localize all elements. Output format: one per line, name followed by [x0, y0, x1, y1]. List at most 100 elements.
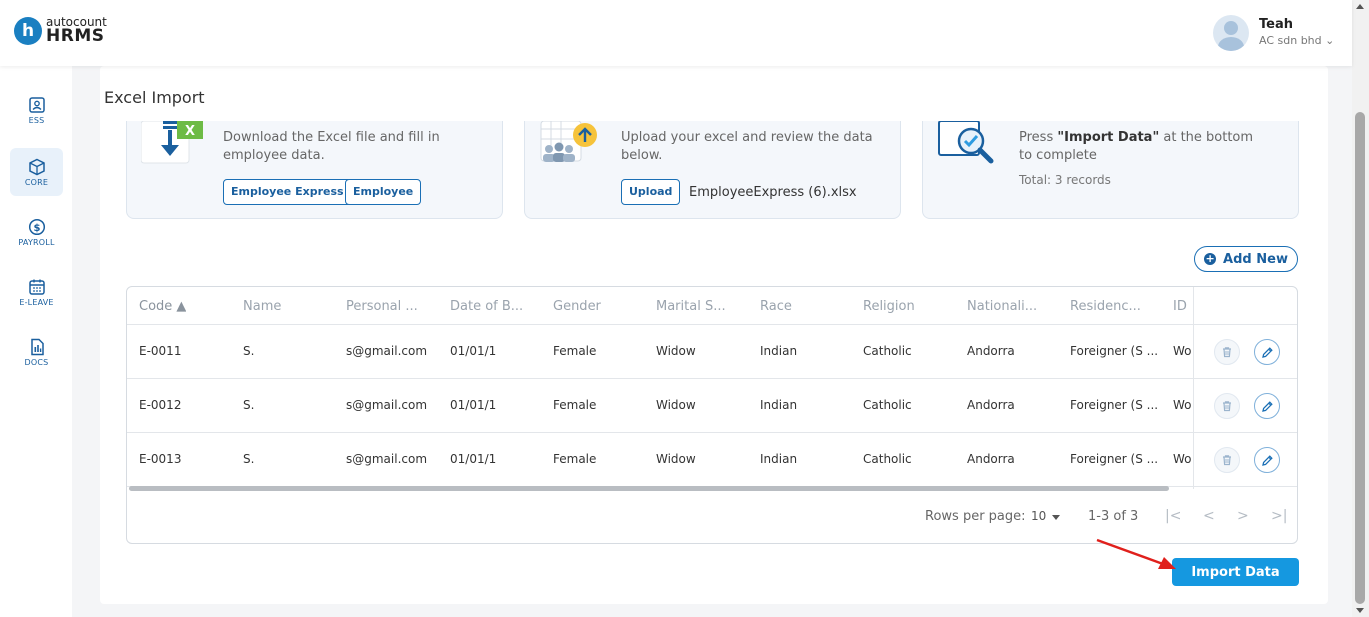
scrollbar-thumb[interactable] [1355, 112, 1365, 604]
table-row[interactable]: E-0013 S. s@gmail.com 01/01/1 Female Wid… [127, 433, 1193, 487]
column-header-marital-status[interactable]: Marital S... [656, 299, 726, 314]
table-horizontal-scrollbar[interactable] [129, 486, 1169, 491]
cell-marital-status: Widow [656, 344, 696, 358]
sidebar-item-label: E-LEAVE [19, 297, 54, 307]
first-page-icon[interactable]: |< [1165, 508, 1181, 524]
cell-email: s@gmail.com [346, 452, 428, 466]
trash-icon [1223, 347, 1231, 358]
company-dropdown[interactable]: AC sdn bhd ⌄ [1259, 34, 1334, 48]
user-menu[interactable]: Teah AC sdn bhd ⌄ [1213, 15, 1334, 51]
cell-residency: Foreigner (S ... [1070, 344, 1159, 358]
id-card-icon [28, 96, 45, 113]
step-card-download: X Download the Excel file and fill in em… [126, 121, 503, 219]
uploaded-filename: EmployeeExpress (6).xlsx [689, 185, 857, 200]
sidebar-item-label: DOCS [24, 357, 49, 367]
download-employee-express-button[interactable]: Employee Express [223, 179, 352, 205]
rows-per-page-select[interactable]: 10 [1031, 509, 1046, 523]
step-card-review: Press "Import Data" at the bottom to com… [922, 121, 1299, 219]
column-header-personal-email[interactable]: Personal ... [346, 299, 418, 314]
actions-column [1193, 287, 1297, 489]
upload-users-icon [540, 121, 597, 162]
edit-row-button[interactable] [1254, 447, 1280, 473]
column-header-name[interactable]: Name [243, 299, 281, 314]
rows-per-page-label: Rows per page: [925, 509, 1026, 524]
add-new-label: Add New [1223, 251, 1288, 267]
table-row[interactable]: E-0012 S. s@gmail.com 01/01/1 Female Wid… [127, 379, 1193, 433]
step-review-text: Press "Import Data" at the bottom to com… [1019, 130, 1254, 163]
cell-code: E-0012 [139, 398, 182, 412]
column-header-gender[interactable]: Gender [553, 299, 601, 314]
cell-code: E-0011 [139, 344, 182, 358]
scroll-down-arrow-icon[interactable] [1356, 608, 1364, 613]
sidebar-item-e-leave[interactable]: E-LEAVE [10, 268, 63, 316]
cell-residency: Foreigner (S ... [1070, 452, 1159, 466]
dollar-icon: $ [28, 218, 45, 235]
cell-marital-status: Widow [656, 398, 696, 412]
pencil-icon [1261, 400, 1273, 412]
cell-race: Indian [760, 452, 798, 466]
table-header: Code ▲ Name Personal ... Date of B... Ge… [127, 287, 1193, 325]
caret-down-icon[interactable] [1052, 515, 1060, 520]
row-actions [1194, 325, 1297, 379]
cell-nationality: Andorra [967, 398, 1015, 412]
column-header-date-of-birth[interactable]: Date of B... [450, 299, 523, 314]
sidebar-item-core[interactable]: CORE [10, 148, 63, 196]
previous-page-icon[interactable]: < [1203, 508, 1215, 524]
import-data-button[interactable]: Import Data [1172, 558, 1299, 586]
column-header-id-type[interactable]: ID T [1173, 299, 1189, 314]
column-header-race[interactable]: Race [760, 299, 792, 314]
column-header-residency[interactable]: Residenc... [1070, 299, 1141, 314]
cell-religion: Catholic [863, 398, 912, 412]
upload-button[interactable]: Upload [621, 179, 681, 205]
cell-id-type: Wo [1173, 344, 1191, 358]
cell-race: Indian [760, 344, 798, 358]
cell-name: S. [243, 398, 255, 412]
sidebar-item-ess[interactable]: ESS [10, 86, 63, 134]
edit-row-button[interactable] [1254, 339, 1280, 365]
cell-name: S. [243, 344, 255, 358]
delete-row-button[interactable] [1214, 393, 1240, 419]
table-pagination: Rows per page: 10 1-3 of 3 |< < > >| [127, 507, 1297, 543]
cell-gender: Female [553, 344, 597, 358]
sidebar-item-docs[interactable]: DOCS [10, 328, 63, 376]
sidebar-item-payroll[interactable]: $ PAYROLL [10, 208, 63, 256]
app-logo[interactable]: h autocount HRMS [14, 16, 107, 45]
cell-gender: Female [553, 452, 597, 466]
next-page-icon[interactable]: > [1237, 508, 1249, 524]
sidebar-item-label: ESS [28, 115, 45, 125]
edit-row-button[interactable] [1254, 393, 1280, 419]
import-table: Code ▲ Name Personal ... Date of B... Ge… [126, 286, 1298, 544]
column-header-religion[interactable]: Religion [863, 299, 915, 314]
table-row[interactable]: E-0011 S. s@gmail.com 01/01/1 Female Wid… [127, 325, 1193, 379]
svg-text:X: X [185, 124, 195, 139]
user-name: Teah [1259, 16, 1293, 32]
delete-row-button[interactable] [1214, 447, 1240, 473]
column-header-nationality[interactable]: Nationali... [967, 299, 1037, 314]
avatar[interactable] [1213, 15, 1249, 51]
logo-mark: h [14, 16, 42, 45]
main-content: Excel Import X Download the Excel file a… [100, 66, 1328, 604]
cell-religion: Catholic [863, 344, 912, 358]
trash-icon [1223, 401, 1231, 412]
download-employee-button[interactable]: Employee [345, 179, 422, 205]
total-records: Total: 3 records [1019, 173, 1111, 187]
cell-religion: Catholic [863, 452, 912, 466]
cell-dob: 01/01/1 [450, 344, 497, 358]
column-header-code[interactable]: Code ▲ [139, 299, 186, 314]
last-page-icon[interactable]: >| [1271, 508, 1287, 524]
page-scrollbar[interactable] [1352, 0, 1369, 617]
cell-name: S. [243, 452, 255, 466]
cell-gender: Female [553, 398, 597, 412]
add-new-button[interactable]: + Add New [1194, 246, 1298, 272]
plus-icon: + [1204, 252, 1217, 265]
scroll-up-arrow-icon[interactable] [1356, 4, 1364, 9]
pencil-icon [1261, 454, 1273, 466]
top-header: h autocount HRMS Teah AC sdn bhd ⌄ [0, 0, 1352, 66]
document-icon [30, 338, 44, 355]
cell-dob: 01/01/1 [450, 398, 497, 412]
step-card-upload: Upload your excel and review the data be… [524, 121, 901, 219]
row-actions [1194, 433, 1297, 487]
sidebar-item-label: CORE [24, 177, 49, 187]
review-magnifier-icon [938, 121, 994, 164]
delete-row-button[interactable] [1214, 339, 1240, 365]
